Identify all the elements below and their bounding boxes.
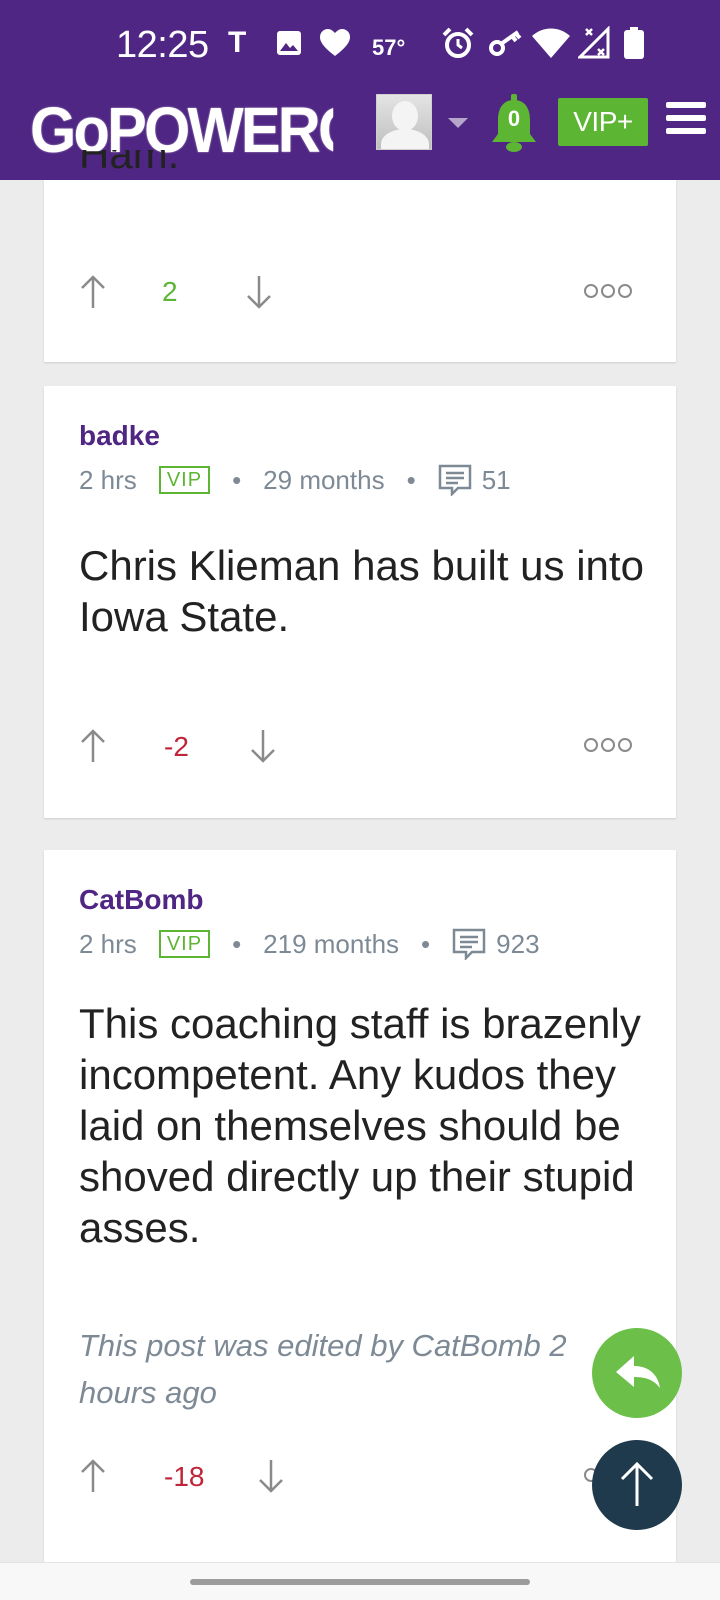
vote-score: -18 <box>164 1461 205 1492</box>
scroll-to-top-icon <box>620 1461 654 1506</box>
post-meta: 2 hrs VIP • 29 months • 51 <box>79 464 511 496</box>
user-avatar[interactable] <box>376 94 432 150</box>
post-card: CatBomb 2 hrs VIP • 219 months • 923 Thi… <box>44 850 676 1562</box>
separator-dot: • <box>232 928 242 959</box>
system-navigation-bar <box>0 1562 720 1600</box>
post-author[interactable]: badke <box>79 420 160 452</box>
upvote-arrow-icon[interactable] <box>80 274 106 310</box>
notification-count: 0 <box>507 106 521 131</box>
hamburger-menu-icon[interactable] <box>666 102 706 138</box>
vote-score: 2 <box>162 276 178 307</box>
upvote-arrow-icon[interactable] <box>80 1458 106 1494</box>
chevron-down-icon[interactable] <box>448 118 468 128</box>
home-gesture-handle[interactable] <box>190 1579 530 1585</box>
more-options-icon[interactable] <box>584 284 632 300</box>
post-body: This coaching staff is brazenly incompet… <box>79 1000 641 1251</box>
message-icon <box>438 464 471 496</box>
post-card: badke 2 hrs VIP • 29 months • 51 Chris K… <box>44 386 676 818</box>
upvote-arrow-icon[interactable] <box>80 728 106 764</box>
vip-plus-button[interactable]: VIP+ <box>558 98 648 146</box>
temperature: 57° <box>372 35 406 60</box>
post-body-fragment: Ham. <box>79 150 180 177</box>
scroll-to-top-button[interactable] <box>592 1440 682 1530</box>
post-meta: 2 hrs VIP • 219 months • 923 <box>79 928 540 960</box>
vip-badge: VIP <box>158 930 211 958</box>
reply-button[interactable] <box>592 1328 682 1418</box>
alarm-icon <box>442 27 474 58</box>
post-count: 923 <box>496 928 540 959</box>
separator-dot: • <box>406 464 416 495</box>
edit-note: This post was edited by CatBomb 2 hours … <box>79 1328 567 1410</box>
member-tenure: 29 months <box>263 464 385 495</box>
image-notification-icon <box>277 31 301 55</box>
message-icon <box>452 928 486 960</box>
vpn-key-icon <box>489 30 522 56</box>
heart-icon <box>320 29 350 56</box>
wifi-icon <box>532 28 570 58</box>
downvote-arrow-icon[interactable] <box>246 274 272 310</box>
vote-score: -2 <box>164 731 189 762</box>
downvote-arrow-icon[interactable] <box>258 1458 284 1494</box>
battery-icon <box>624 27 644 59</box>
downvote-arrow-icon[interactable] <box>250 728 276 764</box>
status-time: 12:25 <box>116 24 209 66</box>
vip-badge: VIP <box>158 466 211 494</box>
post-time: 2 hrs <box>79 464 137 495</box>
post-card: Ham. 2 <box>44 150 676 362</box>
post-time: 2 hrs <box>79 928 137 959</box>
reply-icon <box>616 1356 660 1388</box>
post-count: 51 <box>481 464 511 495</box>
t-mobile-icon: T <box>228 26 247 59</box>
member-tenure: 219 months <box>263 928 400 959</box>
status-bar: 12:25 T 57° <box>0 0 720 82</box>
post-author[interactable]: CatBomb <box>79 884 203 916</box>
post-body: Chris Klieman has built us into Iowa Sta… <box>79 542 644 640</box>
cellular-no-signal-icon <box>578 26 610 59</box>
separator-dot: • <box>421 928 431 959</box>
separator-dot: • <box>232 464 242 495</box>
more-options-icon[interactable] <box>584 738 632 754</box>
